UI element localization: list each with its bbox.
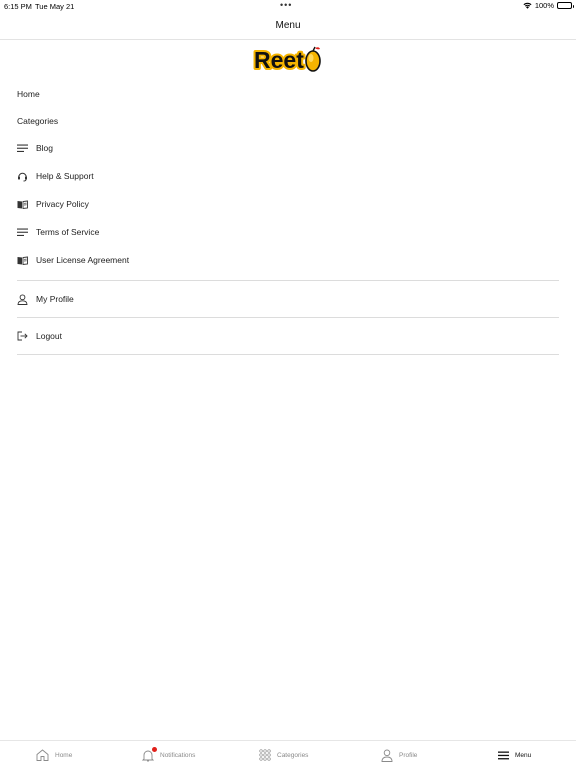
lines-icon: [17, 143, 28, 154]
menu-item-my-profile[interactable]: My Profile: [17, 281, 559, 317]
tab-label: Notifications: [160, 751, 196, 759]
person-icon: [381, 749, 393, 762]
tab-label: Menu: [515, 751, 532, 759]
headset-icon: [17, 171, 28, 182]
tab-label: Home: [55, 751, 73, 759]
battery-percent: 100%: [534, 1, 554, 10]
menu-item-label: Categories: [17, 115, 59, 126]
battery-icon: [557, 2, 574, 9]
menu-item-label: My Profile: [36, 294, 74, 304]
home-icon: [36, 749, 49, 761]
bell-icon: [142, 746, 157, 762]
menu-item-label: Blog: [36, 143, 54, 153]
tab-label: Categories: [277, 751, 309, 759]
menu-item-label: User License Agreement: [36, 255, 130, 265]
page-title: Menu: [275, 20, 301, 31]
menu-list: Home Categories Blog Help & Support Priv…: [17, 80, 559, 355]
menu-item-help-support[interactable]: Help & Support: [17, 162, 559, 190]
logout-icon: [17, 331, 28, 342]
menu-item-label: Home: [17, 88, 40, 99]
navigation-bar: Menu: [0, 12, 576, 40]
tab-categories[interactable]: Categories: [259, 741, 308, 768]
wifi-icon: [523, 2, 532, 9]
tab-bar: Home Notifications Categories Profile Me…: [0, 740, 576, 768]
menu-item-label: Help & Support: [36, 171, 94, 181]
status-bar: 6:15 PM Tue May 21 ••• 100%: [0, 0, 576, 12]
grid-icon: [259, 749, 271, 761]
menu-item-terms-of-service[interactable]: Terms of Service: [17, 218, 559, 246]
logout-section: Logout: [17, 317, 559, 355]
menu-item-label: Logout: [36, 331, 62, 341]
multitasking-dots[interactable]: •••: [280, 0, 292, 10]
menu-item-label: Privacy Policy: [36, 199, 89, 209]
person-icon: [17, 293, 28, 305]
svg-text:Reet: Reet: [254, 47, 304, 73]
book-icon: [17, 255, 28, 266]
lines-icon: [17, 227, 28, 238]
menu-item-user-license-agreement[interactable]: User License Agreement: [17, 246, 559, 274]
status-indicators: 100%: [523, 1, 574, 10]
profile-section: My Profile: [17, 280, 559, 317]
menu-item-logout[interactable]: Logout: [17, 318, 559, 354]
status-time: 6:15 PM: [4, 2, 32, 11]
book-icon: [17, 199, 28, 210]
hamburger-icon: [498, 751, 509, 760]
menu-item-privacy-policy[interactable]: Privacy Policy: [17, 190, 559, 218]
tab-home[interactable]: Home: [36, 741, 72, 768]
tab-profile[interactable]: Profile: [381, 741, 417, 768]
tab-menu[interactable]: Menu: [498, 741, 531, 768]
tab-notifications[interactable]: Notifications: [142, 741, 195, 768]
menu-item-label: Terms of Service: [36, 227, 100, 237]
reet-logo: Reet Reet: [252, 44, 325, 75]
menu-item-blog[interactable]: Blog: [17, 134, 559, 162]
status-date: Tue May 21: [35, 2, 75, 11]
menu-item-categories[interactable]: Categories: [17, 107, 559, 134]
notification-badge: [152, 746, 157, 752]
tab-label: Profile: [399, 751, 418, 759]
menu-item-home[interactable]: Home: [17, 80, 559, 107]
